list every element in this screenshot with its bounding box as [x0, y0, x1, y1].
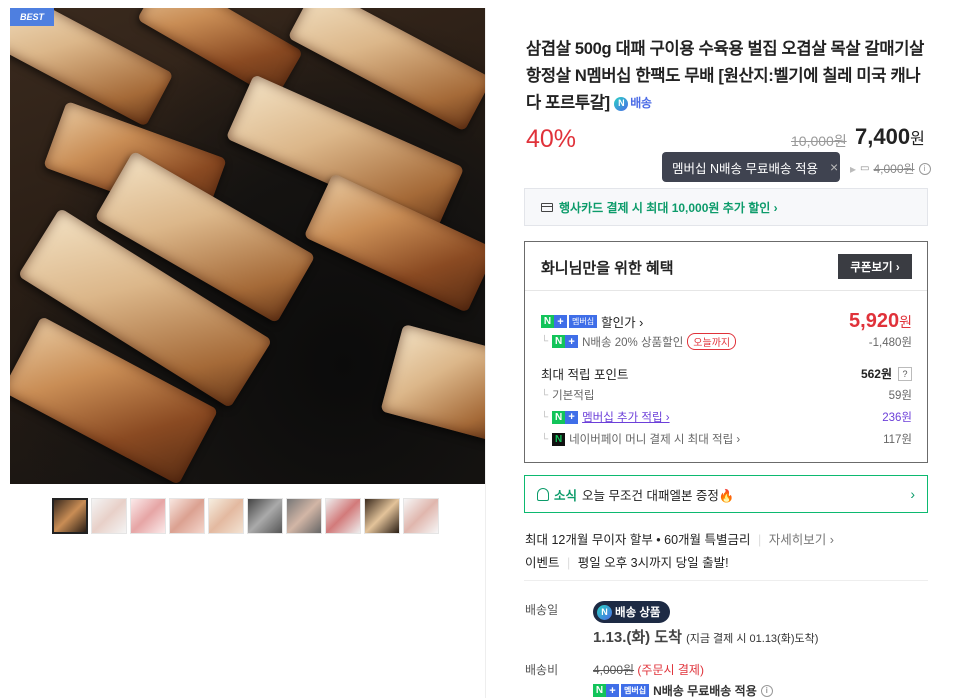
delivery-date-label: 배송일	[525, 603, 559, 617]
nship-discount-row: └ N + N배송 20% 상품할인 오늘까지 -1,480원	[541, 333, 912, 350]
n-plus-icon: N +	[552, 335, 579, 348]
delivery-fee-note: (주문시 결제)	[637, 663, 704, 677]
card-promo-banner[interactable]: 행사카드 결제 시 최대 10,000원 추가 할인 ›	[524, 188, 928, 226]
member-price-row: N + 멤버십 할인가 › 5,920원	[541, 310, 912, 333]
member-price-unit: 원	[899, 314, 912, 330]
panel-divider	[485, 8, 486, 698]
final-price-number: 7,400	[855, 124, 911, 149]
thumbnail[interactable]	[364, 498, 400, 534]
delivery-fee: 4,000원 (주문시 결제)	[593, 661, 704, 678]
benefit-divider	[525, 290, 927, 291]
n-plus-icon: N +	[552, 410, 579, 424]
product-title: 삼겹살 500g 대패 구이용 수육용 벌집 오겹살 목살 갈매기살 항정살 N…	[526, 36, 926, 117]
close-icon[interactable]: ×	[830, 159, 838, 175]
benefit-box: 화니님만을 위한 혜택 쿠폰보기 › N + 멤버십 할인가 › 5,920원 └ …	[524, 241, 928, 463]
bell-icon	[537, 487, 549, 501]
basic-points-value: 59원	[888, 390, 912, 402]
n-delivery-icon: N	[614, 96, 629, 111]
benefit-title: 화니님만을 위한 혜택	[541, 260, 674, 277]
thumbnail[interactable]	[91, 498, 127, 534]
arrow-icon: ▸	[850, 161, 857, 176]
arrival-date: 1.13.(화) 도착 (지금 결제 시 01.13(화)도착)	[593, 626, 818, 647]
naverpay-row: └ N 네이버페이 머니 결제 시 최대 적립 › 117원	[541, 431, 912, 447]
n-delivery-label: 배송	[630, 96, 652, 111]
n-delivery-pill-text: 배송 상품	[615, 607, 661, 619]
n-plus-membership-icon: N + 멤버십	[541, 315, 598, 328]
chevron-right-icon: ›	[910, 486, 915, 502]
card-promo-text: 행사카드 결제 시 최대 10,000원 추가 할인 ›	[559, 200, 778, 215]
member-extra-link[interactable]: 멤버십 추가 적립 ›	[582, 409, 669, 425]
member-price: 5,920원	[849, 310, 912, 333]
separator: |	[567, 556, 571, 570]
news-banner[interactable]: 소식 오늘 무조건 대패엘본 증정🔥 ›	[524, 475, 928, 513]
original-price: 10,000원	[791, 133, 847, 149]
points-value-wrap: 562원?	[861, 365, 912, 382]
thumbnail[interactable]	[130, 498, 166, 534]
best-badge: BEST	[10, 8, 54, 26]
naverpay-icon: N	[552, 432, 566, 446]
thumbnail[interactable]	[403, 498, 439, 534]
naverpay-value: 117원	[883, 434, 912, 446]
coupon-button[interactable]: 쿠폰보기 ›	[838, 254, 912, 279]
event-label: 이벤트	[525, 556, 560, 570]
membership-tooltip: 멤버십 N배송 무료배송 적용 ×	[662, 152, 840, 182]
event-row: 이벤트 | 평일 오후 3시까지 당일 출발!	[525, 552, 729, 571]
thumbnail[interactable]	[325, 498, 361, 534]
news-text: 오늘 무조건 대패엘본 증정🔥	[582, 488, 735, 503]
credit-card-icon	[541, 202, 553, 212]
installment-more-link[interactable]: 자세히보기 ›	[769, 533, 834, 547]
news-label: 소식	[554, 488, 578, 503]
product-title-text: 삼겹살 500g 대패 구이용 수육용 벌집 오겹살 목살 갈매기살 항정살 N…	[526, 40, 925, 112]
thumbnail[interactable]	[208, 498, 244, 534]
section-divider	[524, 580, 928, 581]
n-delivery-icon: N	[597, 604, 612, 620]
info-icon[interactable]: i	[918, 162, 931, 175]
truck-icon: ▭	[860, 163, 870, 174]
installment-row: 최대 12개월 무이자 할부 • 60개월 특별금리 | 자세히보기 ›	[525, 529, 834, 548]
naverpay-link[interactable]: 네이버페이 머니 결제 시 최대 적립 ›	[569, 431, 740, 447]
n-delivery-pill: N 배송 상품	[593, 601, 670, 623]
tree-branch-icon: └	[541, 336, 549, 347]
thumbnail[interactable]	[286, 498, 322, 534]
arrival-note: (지금 결제 시 01.13(화)도착)	[686, 633, 819, 645]
points-row: 최대 적립 포인트 562원?	[541, 364, 912, 383]
n-delivery-badge: N 배송	[614, 90, 652, 117]
shipping-fee-old-value: 4,000원	[873, 162, 915, 176]
installment-text: 최대 12개월 무이자 할부 • 60개월 특별금리	[525, 533, 751, 547]
thumbnail-strip	[52, 498, 439, 534]
member-extra-value: 236원	[882, 412, 912, 424]
info-icon[interactable]: i	[760, 684, 773, 697]
free-shipping-text: N배송 무료배송 적용	[653, 684, 757, 698]
free-shipping-row: N + 멤버십 N배송 무료배송 적용 i	[593, 682, 773, 698]
final-price: 7,400원	[855, 124, 925, 150]
points-value: 562원	[860, 367, 892, 381]
tree-branch-icon: └	[541, 389, 549, 401]
member-extra-row: └ N + 멤버십 추가 적립 › 236원	[541, 409, 912, 425]
separator: |	[758, 533, 762, 547]
event-text: 평일 오후 3시까지 당일 출발!	[577, 556, 729, 570]
discount-rate: 40%	[526, 125, 577, 153]
arrival-date-text: 1.13.(화) 도착	[593, 629, 682, 646]
delivery-fee-label: 배송비	[525, 663, 559, 677]
n-plus-membership-icon: N + 멤버십	[593, 684, 650, 697]
thumbnail[interactable]	[52, 498, 88, 534]
points-label: 최대 적립 포인트	[541, 368, 629, 382]
basic-points-row: └ 기본적립 59원	[541, 387, 912, 403]
thumbnail[interactable]	[247, 498, 283, 534]
delivery-fee-old: 4,000원	[593, 663, 635, 677]
tooltip-text: 멤버십 N배송 무료배송 적용	[672, 161, 818, 176]
today-tag: 오늘까지	[687, 333, 737, 350]
shipping-fee-old: ▸ ▭ 4,000원 i	[850, 160, 931, 177]
final-price-unit: 원	[910, 131, 925, 148]
basic-points-label: 기본적립	[552, 390, 595, 402]
product-main-image	[10, 8, 486, 484]
tree-branch-icon: └	[541, 411, 549, 423]
nship-discount-amount: -1,480원	[868, 336, 912, 349]
member-price-number: 5,920	[849, 310, 900, 332]
nship-discount-text: N배송 20% 상품할인	[582, 336, 684, 349]
question-icon[interactable]: ?	[898, 366, 912, 381]
tree-branch-icon: └	[541, 433, 549, 445]
thumbnail[interactable]	[169, 498, 205, 534]
member-price-label[interactable]: 할인가 ›	[601, 312, 643, 331]
